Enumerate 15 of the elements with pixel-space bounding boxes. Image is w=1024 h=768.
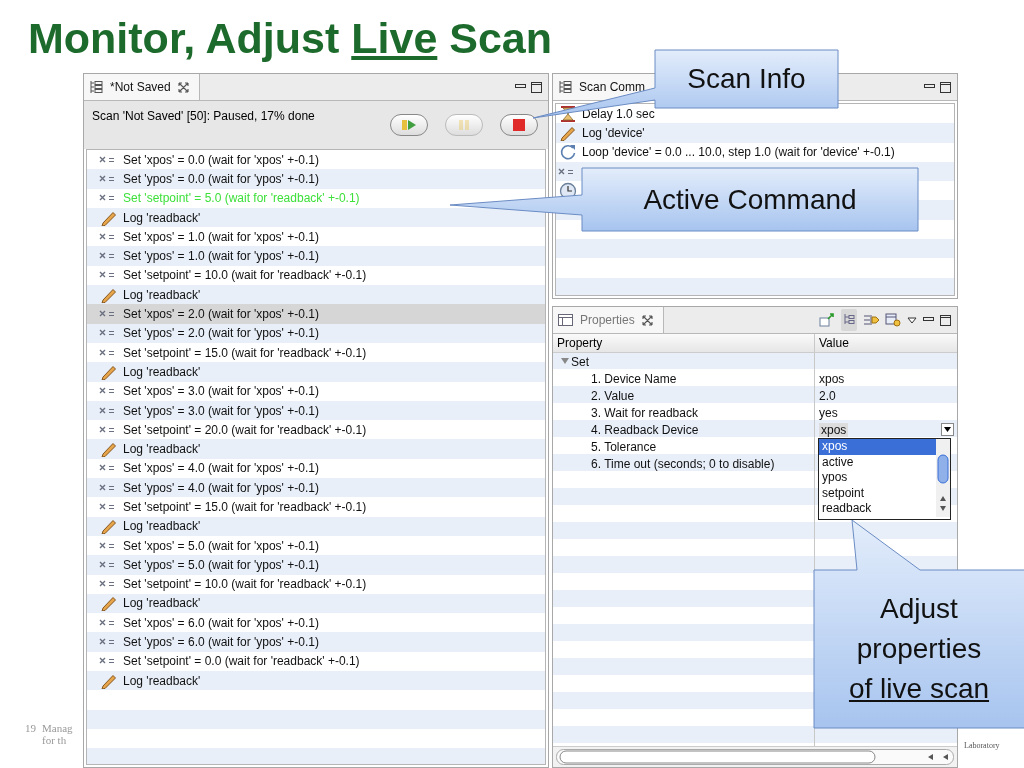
callout-text: Active Command	[643, 182, 857, 217]
group-label: Set	[571, 354, 589, 369]
slide-title: Monitor, Adjust Live Scan	[28, 14, 553, 62]
footer-text: Manag for th	[42, 722, 73, 746]
page-number: 19	[25, 722, 36, 736]
property-name: 2. Value	[591, 388, 635, 403]
scan-status: Scan 'Not Saved' [50]: Paused, 17% done	[92, 109, 315, 123]
property-name: 3. Wait for readback	[591, 405, 698, 420]
callout-text: Adjust properties of live scan	[848, 592, 990, 706]
property-name: 6. Time out (seconds; 0 to disable)	[591, 456, 775, 471]
callout-text: Scan Info	[687, 62, 806, 96]
property-name: 4. Readback Device	[591, 422, 699, 437]
property-name: 1. Device Name	[591, 371, 677, 386]
logo-text: Laboratory	[964, 741, 1000, 750]
property-name: 5. Tolerance	[591, 439, 657, 454]
